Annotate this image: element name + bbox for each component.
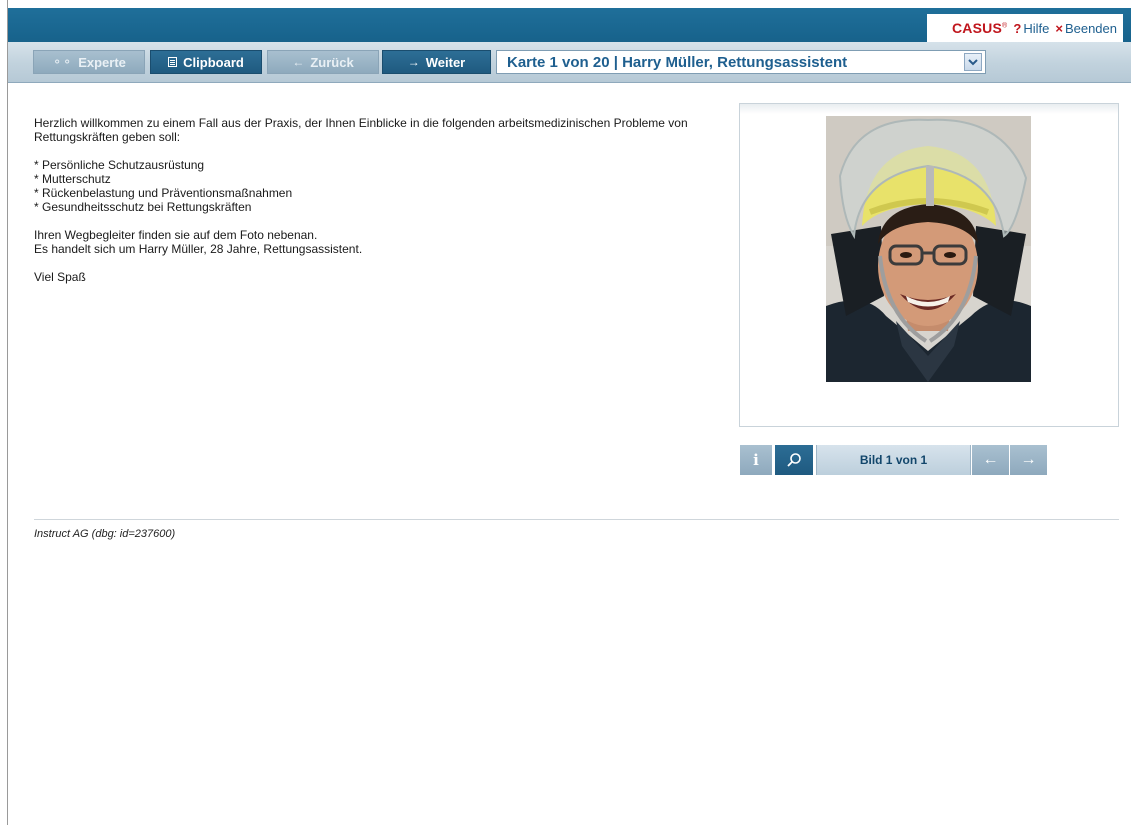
next-button[interactable]: → Weiter: [382, 50, 491, 74]
exit-link[interactable]: × Beenden: [1055, 21, 1117, 36]
list-item: * Mutterschutz: [34, 172, 111, 186]
chevron-down-icon[interactable]: [964, 53, 982, 71]
portrait-photo[interactable]: [826, 116, 1031, 382]
closing-text: Viel Spaß: [34, 270, 86, 284]
intro-text: Herzlich willkommen zu einem Fall aus de…: [34, 116, 688, 144]
guide-text: Ihren Wegbegleiter finden sie auf dem Fo…: [34, 228, 724, 256]
zoom-button[interactable]: [775, 445, 813, 475]
arrow-right-icon: →: [407, 55, 420, 69]
help-link[interactable]: ? Hilfe: [1013, 21, 1049, 36]
prev-image-button[interactable]: ←: [972, 445, 1009, 475]
glasses-icon: ⚬⚬: [52, 55, 73, 69]
next-label: Weiter: [425, 54, 466, 70]
arrow-left-icon: ←: [292, 55, 305, 69]
info-button[interactable]: i: [740, 445, 772, 475]
card-select-value: Karte 1 von 20 | Harry Müller, Rettungsa…: [507, 53, 848, 71]
guide-line-2: Es handelt sich um Harry Müller, 28 Jahr…: [34, 242, 363, 256]
guide-line-1: Ihren Wegbegleiter finden sie auf dem Fo…: [34, 228, 318, 242]
left-border-line: [7, 0, 8, 825]
back-button[interactable]: ← Zurück: [267, 50, 379, 74]
magnifier-icon: [787, 453, 801, 467]
arrow-right-icon: →: [1020, 451, 1037, 468]
card-select[interactable]: Karte 1 von 20 | Harry Müller, Rettungsa…: [496, 50, 986, 74]
next-image-button[interactable]: →: [1010, 445, 1047, 475]
list-item: * Rückenbelastung und Präventionsmaßnahm…: [34, 186, 293, 200]
divider: [34, 519, 1119, 520]
brand-box: CASUS® ? Hilfe × Beenden: [927, 14, 1123, 42]
card-content: Herzlich willkommen zu einem Fall aus de…: [34, 116, 724, 298]
back-label: Zurück: [310, 54, 354, 70]
clipboard-label: Clipboard: [183, 54, 244, 70]
info-icon: i: [753, 451, 759, 469]
help-label: Hilfe: [1023, 20, 1050, 36]
arrow-left-icon: ←: [982, 451, 999, 468]
navigation-toolbar: ⚬⚬ Experte Clipboard ← Zurück → Weiter K…: [8, 42, 1131, 83]
casus-logo: CASUS®: [952, 20, 1008, 36]
question-icon: ?: [1013, 20, 1022, 36]
expert-label: Experte: [78, 54, 126, 70]
expert-button[interactable]: ⚬⚬ Experte: [33, 50, 145, 74]
list-item: * Gesundheitsschutz bei Rettungskräften: [34, 200, 252, 214]
image-counter: Bild 1 von 1: [816, 445, 971, 475]
image-panel: [739, 103, 1119, 427]
clipboard-button[interactable]: Clipboard: [150, 50, 262, 74]
clipboard-icon: [168, 57, 178, 67]
exit-label: Beenden: [1064, 20, 1117, 36]
list-item: * Persönliche Schutzausrüstung: [34, 158, 205, 172]
footer-text: Instruct AG (dbg: id=237600): [34, 528, 176, 540]
topic-list: * Persönliche Schutzausrüstung * Mutters…: [34, 158, 724, 214]
close-icon: ×: [1055, 20, 1063, 36]
